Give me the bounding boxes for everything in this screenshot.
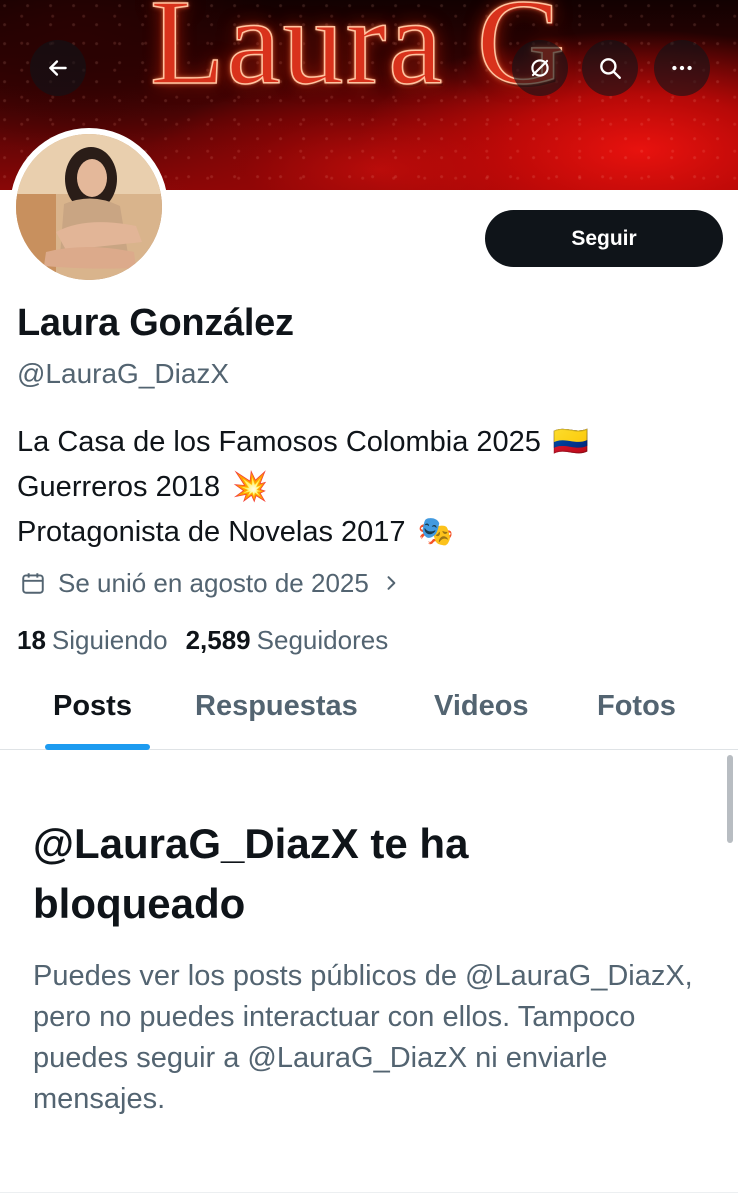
follow-stats: 18 Siguiendo 2,589 Seguidores bbox=[17, 620, 388, 660]
bio-line-text: Protagonista de Novelas 2017 bbox=[17, 516, 406, 548]
search-icon bbox=[600, 58, 621, 79]
theater-masks-emoji: 🎭 bbox=[417, 516, 454, 548]
more-button[interactable] bbox=[654, 40, 710, 96]
followers-stat[interactable]: 2,589 Seguidores bbox=[186, 625, 389, 656]
tab-fotos[interactable]: Fotos bbox=[597, 690, 676, 723]
followers-count: 2,589 bbox=[185, 624, 251, 655]
active-tab-indicator bbox=[45, 744, 150, 750]
profile-tabs: Posts Respuestas Videos Fotos bbox=[0, 672, 738, 750]
blocked-title: @LauraG_DiazX te ha bloqueado bbox=[33, 820, 469, 927]
user-handle: @LauraG_DiazX bbox=[17, 358, 230, 389]
joined-date[interactable]: Se unió en agosto de 2025 bbox=[20, 563, 401, 603]
location-off-button[interactable] bbox=[512, 40, 568, 96]
tab-videos[interactable]: Videos bbox=[434, 690, 529, 723]
display-name: Laura González bbox=[17, 302, 294, 344]
bio-line-text: La Casa de los Famosos Colombia 2025 bbox=[17, 426, 541, 458]
bio: La Casa de los Famosos Colombia 2025 🇨🇴 … bbox=[17, 420, 589, 555]
location-off-icon bbox=[531, 59, 549, 77]
more-horizontal-icon bbox=[672, 65, 692, 71]
bio-line: Guerreros 2018 💥 bbox=[17, 465, 589, 510]
arrow-left-icon bbox=[49, 60, 67, 76]
bio-line-text: Guerreros 2018 bbox=[17, 471, 221, 503]
back-button[interactable] bbox=[30, 40, 86, 96]
collision-emoji: 💥 bbox=[232, 471, 269, 503]
joined-text: Se unió en agosto de 2025 bbox=[58, 567, 369, 598]
divider bbox=[0, 1192, 738, 1193]
avatar-photo bbox=[16, 134, 162, 280]
blocked-message: Puedes ver los posts públicos de @LauraG… bbox=[33, 960, 693, 1115]
banner-title-art: Laura G bbox=[149, 0, 568, 110]
tab-posts[interactable]: Posts bbox=[53, 690, 132, 723]
avatar[interactable] bbox=[10, 128, 168, 286]
chevron-right-icon bbox=[387, 576, 396, 590]
bio-line: La Casa de los Famosos Colombia 2025 🇨🇴 bbox=[17, 420, 589, 465]
following-label: Siguiendo bbox=[51, 624, 168, 655]
followers-label: Seguidores bbox=[256, 624, 389, 655]
scrollbar[interactable] bbox=[727, 755, 733, 843]
follow-button[interactable]: Seguir bbox=[485, 210, 723, 267]
colombia-flag-emoji: 🇨🇴 bbox=[552, 426, 590, 458]
tab-respuestas[interactable]: Respuestas bbox=[195, 690, 358, 723]
following-count: 18 bbox=[17, 624, 46, 655]
calendar-icon bbox=[22, 573, 44, 594]
bio-line: Protagonista de Novelas 2017 🎭 bbox=[17, 510, 589, 555]
search-button[interactable] bbox=[582, 40, 638, 96]
following-stat[interactable]: 18 Siguiendo bbox=[17, 625, 168, 656]
